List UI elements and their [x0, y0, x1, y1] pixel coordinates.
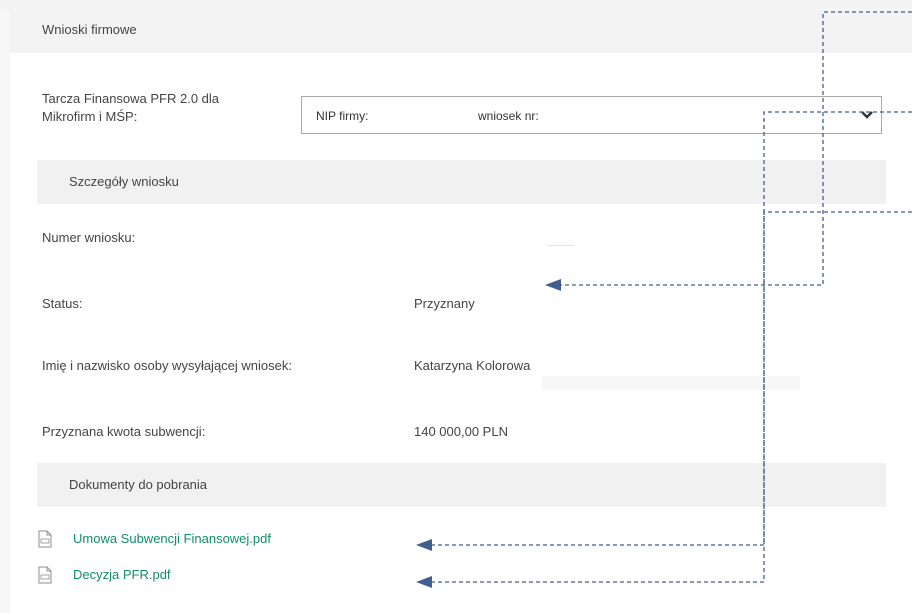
wniosek-number-label: wniosek nr: [478, 109, 539, 123]
application-number-blank [548, 245, 574, 246]
details-section-header: Szczegóły wniosku [37, 160, 886, 204]
field-label-amount: Przyznana kwota subwencji: [42, 424, 206, 439]
application-select[interactable]: NIP firmy: wniosek nr: [301, 96, 882, 134]
application-select-label: Tarcza Finansowa PFR 2.0 dla Mikrofirm i… [42, 90, 219, 126]
documents-section-header: Dokumenty do pobrania [37, 463, 886, 507]
pdf-file-icon [38, 566, 52, 584]
panel-header [10, 10, 912, 53]
chevron-down-icon[interactable] [860, 110, 874, 120]
field-value-sender: Katarzyna Kolorowa [414, 358, 531, 373]
document-link-umowa[interactable]: Umowa Subwencji Finansowej.pdf [73, 531, 271, 546]
panel-title: Wnioski firmowe [42, 22, 137, 37]
field-label-sender: Imię i nazwisko osoby wysyłającej wniose… [42, 358, 292, 373]
document-link-decyzja[interactable]: Decyzja PFR.pdf [73, 567, 171, 582]
field-label-application-number: Numer wniosku: [42, 230, 136, 245]
details-section-title: Szczegóły wniosku [69, 174, 179, 189]
application-select-label-line1: Tarcza Finansowa PFR 2.0 dla [42, 91, 220, 106]
field-value-status: Przyznany [414, 296, 475, 311]
nip-label: NIP firmy: [316, 109, 369, 123]
field-label-status: Status: [42, 296, 83, 311]
top-margin [0, 0, 912, 10]
documents-section-title: Dokumenty do pobrania [69, 477, 208, 492]
pdf-file-icon [38, 530, 52, 548]
sender-blank-area [542, 376, 800, 390]
field-value-amount: 140 000,00 PLN [414, 424, 508, 439]
application-select-label-line2: Mikrofirm i MŚP: [42, 109, 138, 124]
